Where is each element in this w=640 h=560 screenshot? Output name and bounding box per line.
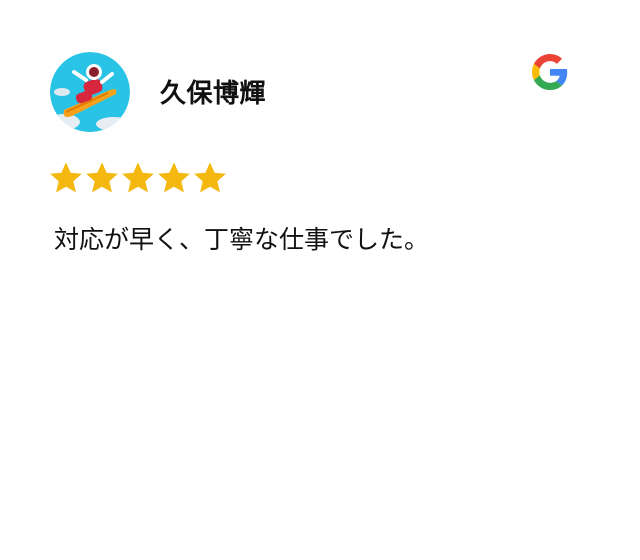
star-rating (48, 160, 228, 196)
snowboarder-avatar-icon (50, 52, 130, 132)
review-card: 久保博輝 対応が早く、丁寧な仕事でした。 (0, 0, 640, 560)
google-g-logo-icon (532, 54, 568, 90)
star-icon (194, 162, 226, 193)
star-icon (122, 162, 154, 193)
star-icon (86, 162, 118, 193)
reviewer-name: 久保博輝 (160, 79, 267, 109)
star-icon (158, 162, 190, 193)
star-icon (50, 162, 82, 193)
reviewer-avatar[interactable] (50, 52, 130, 132)
google-logo (532, 54, 568, 90)
review-text: 対応が早く、丁寧な仕事でした。 (54, 225, 430, 254)
